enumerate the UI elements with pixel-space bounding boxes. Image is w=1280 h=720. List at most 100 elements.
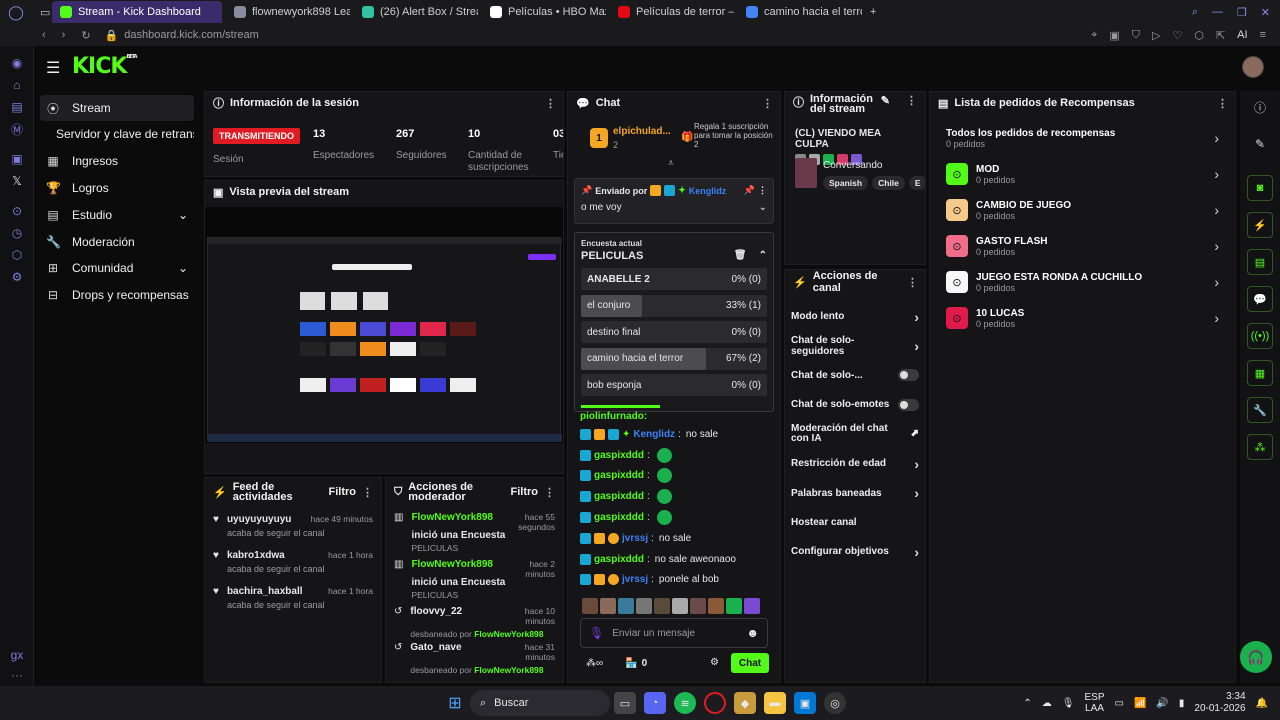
tray-chevron-icon[interactable]: ⌃ xyxy=(1023,698,1031,709)
sidebar-item-trophy[interactable]: 🏆 Logros xyxy=(40,175,194,202)
feed-user[interactable]: uyuyuyuyuyu xyxy=(227,514,291,525)
discord-icon[interactable]: ◔ xyxy=(644,692,666,714)
mod-action-by[interactable]: FlowNewYork898 xyxy=(474,629,543,639)
more-options-icon[interactable]: ⋮ xyxy=(907,276,918,289)
more-icon[interactable]: ··· xyxy=(0,664,34,686)
edit-layout-icon[interactable]: ✎ xyxy=(1240,129,1280,175)
unpin-icon[interactable]: 📌 xyxy=(744,185,755,196)
emoji-icon[interactable]: ☻ xyxy=(746,626,759,640)
chatter-avatar[interactable] xyxy=(654,598,670,614)
task-view-icon[interactable]: ▭ xyxy=(614,692,636,714)
chat-username[interactable]: gaspixddd xyxy=(594,450,644,461)
file-explorer-icon[interactable]: ▬ xyxy=(764,692,786,714)
chat-username[interactable]: gaspixddd xyxy=(594,470,644,481)
reward-row[interactable]: ⊙ MOD 0 pedidos › xyxy=(930,156,1235,192)
tab-overview-icon[interactable]: ▭ xyxy=(32,1,52,23)
toggle-switch[interactable] xyxy=(897,398,919,411)
poll-option[interactable]: bob esponja 0% (0) xyxy=(581,374,767,396)
share-icon[interactable]: ⁂ xyxy=(1247,434,1273,460)
stream-tag[interactable]: Spanish xyxy=(823,176,869,190)
chatter-avatar[interactable] xyxy=(690,598,706,614)
chat-settings-icon[interactable]: ⚙ xyxy=(710,657,719,668)
history-icon[interactable]: ◷ xyxy=(0,222,34,244)
cloud-icon[interactable]: ☁ xyxy=(1042,698,1052,709)
extensions-rail-icon[interactable]: ⬡ xyxy=(0,244,34,266)
minimize-icon[interactable]: — xyxy=(1212,6,1223,19)
chatter-avatar[interactable] xyxy=(582,598,598,614)
mod-action-user[interactable]: Gato_nave xyxy=(410,642,461,662)
new-tab-button[interactable]: + xyxy=(862,1,884,23)
chat-username[interactable]: Kenglidz xyxy=(633,429,675,440)
gift-promo[interactable]: Regala 1 suscripción para tomar la posic… xyxy=(694,122,774,149)
stream-video[interactable] xyxy=(205,207,563,443)
more-options-icon[interactable]: ⋮ xyxy=(544,486,555,499)
sidebar-item-community[interactable]: ⊞ Comunidad ⌄ xyxy=(40,255,194,282)
edit-icon[interactable]: ✎ xyxy=(881,94,890,107)
url-field[interactable]: dashboard.kick.com/stream xyxy=(124,29,259,41)
maximize-icon[interactable]: ❐ xyxy=(1237,6,1247,19)
more-options-icon[interactable]: ⋮ xyxy=(1217,97,1228,110)
reward-row[interactable]: ⊙ GASTO FLASH 0 pedidos › xyxy=(930,228,1235,264)
chat-input[interactable]: 🎙 Enviar un mensaje ☻ xyxy=(580,618,768,648)
top-gifter-name[interactable]: elpichulad... xyxy=(613,126,671,137)
wrench-icon[interactable]: 🔧 xyxy=(1247,397,1273,423)
trash-icon[interactable]: 🗑 xyxy=(734,250,747,262)
browser-tab[interactable]: flownewyork898 LeaderB xyxy=(226,1,350,23)
store-icon[interactable]: ▣ xyxy=(794,692,816,714)
channel-action[interactable]: Hostear canal xyxy=(785,508,925,537)
reload-icon[interactable]: ↻ xyxy=(81,29,90,42)
pinned-user[interactable]: Kenglidz xyxy=(689,186,727,196)
more-options-icon[interactable]: ⋮ xyxy=(362,486,373,499)
sidebar-item-studio[interactable]: ▤ Estudio ⌄ xyxy=(40,201,194,228)
reward-row[interactable]: ⊙ JUEGO ESTA RONDA A CUCHILLO 0 pedidos › xyxy=(930,264,1235,300)
notification-icon[interactable]: 🔔 xyxy=(1256,698,1268,709)
windows-start-icon[interactable]: ⊞ xyxy=(444,692,466,714)
play-icon[interactable]: ▷ xyxy=(1152,29,1160,42)
x-icon[interactable]: 𝕏 xyxy=(0,170,34,192)
language-indicator[interactable]: ESP LAA xyxy=(1085,692,1105,714)
sidebar-item-wrench[interactable]: 🔧 Moderación xyxy=(40,228,194,255)
chat-username[interactable]: gaspixddd xyxy=(594,512,644,523)
search-tabs-icon[interactable]: ⌕ xyxy=(1192,6,1198,19)
player-icon[interactable]: ⊙ xyxy=(0,200,34,222)
points-icon[interactable]: ⁂∞ xyxy=(586,658,603,669)
clock[interactable]: 3:34 20-01-2026 xyxy=(1194,691,1245,715)
microphone-icon[interactable]: 🎙 xyxy=(589,626,604,640)
chat-username[interactable]: jvrssj xyxy=(622,533,648,544)
extensions-icon[interactable]: ⬡ xyxy=(1194,29,1204,42)
mic-icon[interactable]: 🎙 xyxy=(1062,698,1075,709)
more-options-icon[interactable]: ⋮ xyxy=(545,97,556,110)
mod-action-user[interactable]: FlowNewYork898 xyxy=(411,512,493,532)
chatter-avatar[interactable] xyxy=(600,598,616,614)
camera-icon[interactable]: ◙ xyxy=(1247,175,1273,201)
info-icon[interactable]: ⓘ xyxy=(1240,99,1280,129)
share-icon[interactable]: ⇱ xyxy=(1216,29,1225,42)
browser-tab[interactable]: Stream - Kick Dashboard xyxy=(52,1,222,23)
collapse-icon[interactable]: ⩡ xyxy=(668,158,674,169)
sidebar-item-chart[interactable]: ▦ Ingresos xyxy=(40,148,194,175)
toggle-switch[interactable] xyxy=(897,369,919,382)
chat-username[interactable]: gaspixddd xyxy=(594,554,644,565)
forward-icon[interactable]: › xyxy=(62,29,66,41)
broadcast-icon[interactable]: ((•)) xyxy=(1247,323,1273,349)
bag-icon[interactable]: ⌂ xyxy=(0,74,34,96)
heart-icon[interactable]: ♡ xyxy=(1172,29,1182,42)
avatar[interactable] xyxy=(1242,56,1264,78)
chatter-avatar[interactable] xyxy=(708,598,724,614)
send-chat-button[interactable]: Chat xyxy=(731,653,769,673)
stream-category[interactable]: Conversando xyxy=(823,160,882,171)
category-thumbnail[interactable] xyxy=(795,158,817,188)
ai-button[interactable]: AI xyxy=(1237,29,1247,41)
opera-gx-icon[interactable] xyxy=(704,692,726,714)
channel-action[interactable]: Chat de solo-... xyxy=(785,361,925,390)
clipboard-icon[interactable]: ▤ xyxy=(1247,249,1273,275)
store-icon[interactable]: 🏪 xyxy=(625,658,637,669)
close-window-icon[interactable]: ✕ xyxy=(1261,6,1270,19)
twitch-icon[interactable]: ▣ xyxy=(0,148,34,170)
poll-option[interactable]: destino final 0% (0) xyxy=(581,321,767,343)
more-options-icon[interactable]: ⋮ xyxy=(906,94,917,107)
feed-filter-button[interactable]: Filtro xyxy=(329,486,357,498)
chatter-avatar[interactable] xyxy=(744,598,760,614)
channel-action[interactable]: Restricción de edad › xyxy=(785,449,925,478)
settings-icon[interactable]: ⚙ xyxy=(0,266,34,288)
